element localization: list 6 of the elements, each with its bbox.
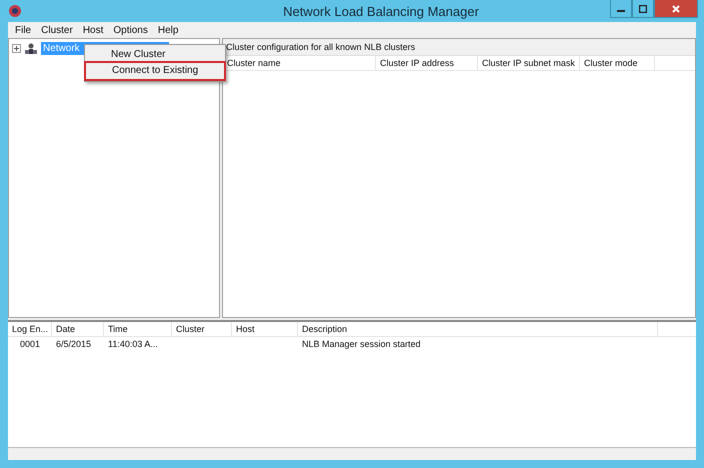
table-cell-text: NLB Manager session started	[301, 338, 422, 351]
table-cell-text: 0001	[18, 338, 42, 351]
window-title: Network Load Balancing Manager	[282, 4, 480, 18]
table-cell-text: 6/5/2015	[55, 338, 92, 351]
panel-caption: Cluster configuration for all known NLB clusters	[223, 39, 695, 56]
table-cell-text: 11:40:03 A...	[107, 338, 159, 351]
